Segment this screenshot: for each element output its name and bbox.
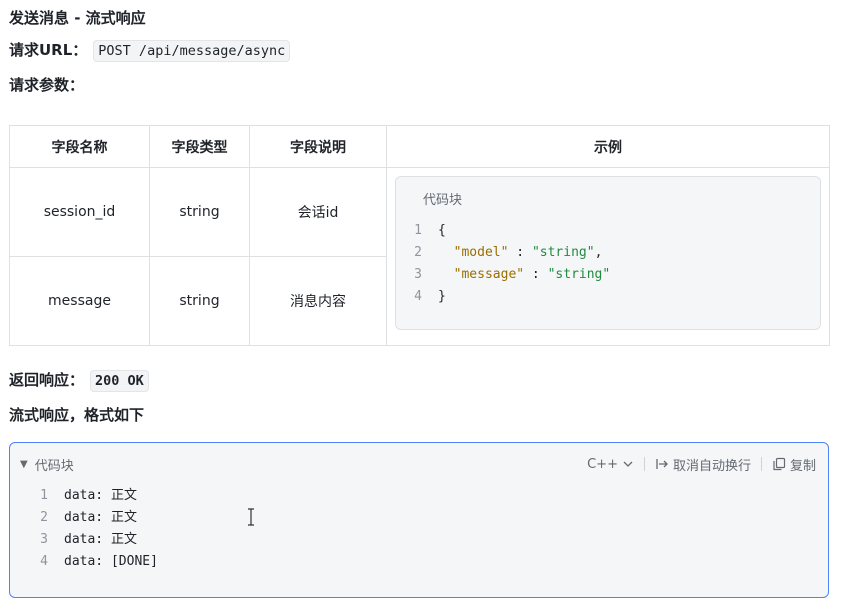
table-cell: message xyxy=(9,256,150,346)
code-line: 3 data: 正文 xyxy=(22,529,828,551)
request-url-label: 请求URL： xyxy=(9,41,88,59)
text-cursor-icon xyxy=(248,508,254,526)
wrap-label: 取消自动换行 xyxy=(672,458,751,474)
json-value: "string" xyxy=(531,245,595,260)
table-header: 示例 xyxy=(386,125,830,168)
example-cell: 代码块 1 { 2 "model" : "string", 3 "message… xyxy=(386,167,830,346)
code-block-title: 代码块 xyxy=(34,458,74,474)
json-separator: : xyxy=(524,267,548,282)
line-number: 3 xyxy=(40,532,48,547)
collapse-triangle-icon[interactable]: ▼ xyxy=(20,459,28,470)
json-key: "model" xyxy=(453,245,509,260)
line-number: 1 xyxy=(414,223,422,238)
example-code-block[interactable]: 代码块 1 { 2 "model" : "string", 3 "message… xyxy=(395,176,821,330)
code-line: 4 data: [DONE] xyxy=(22,551,828,573)
json-comma: , xyxy=(594,245,603,260)
json-value: "string" xyxy=(547,267,611,282)
code-text: "model" : "string", xyxy=(438,242,603,264)
copy-icon xyxy=(773,457,786,471)
json-key: "message" xyxy=(453,267,525,282)
response-label: 返回响应： xyxy=(9,371,85,389)
table-header: 字段名称 xyxy=(9,125,150,168)
code-text: } xyxy=(438,289,446,304)
code-lines: 1 { 2 "model" : "string", 3 "message" : … xyxy=(396,220,820,308)
params-table: 字段名称 字段类型 字段说明 示例 session_id string 会话id… xyxy=(9,125,830,346)
json-separator: : xyxy=(508,245,532,260)
table-header-row: 字段名称 字段类型 字段说明 示例 xyxy=(9,125,830,168)
stream-label: 流式响应，格式如下 xyxy=(9,406,145,424)
code-text: { xyxy=(438,223,446,238)
toggle-wrap-button[interactable]: 取消自动换行 xyxy=(655,455,751,474)
response-line: 返回响应： 200 OK xyxy=(9,369,149,392)
request-params-label: 请求参数： xyxy=(9,76,85,94)
copy-button[interactable]: 复制 xyxy=(772,455,816,474)
code-line: 1 { xyxy=(396,220,820,242)
table-cell: 会话id xyxy=(249,167,387,257)
request-url-value: POST /api/message/async xyxy=(93,40,291,62)
code-line: 3 "message" : "string" xyxy=(396,264,820,286)
table-cell: session_id xyxy=(9,167,150,257)
line-number: 2 xyxy=(414,245,422,260)
line-number: 4 xyxy=(40,554,48,569)
chevron-down-icon xyxy=(623,461,633,467)
wrap-toggle-icon xyxy=(656,459,668,469)
table-cell: string xyxy=(149,167,250,257)
line-number: 3 xyxy=(414,267,422,282)
language-label: C++ xyxy=(587,456,618,472)
code-text: data: 正文 xyxy=(64,510,137,525)
table-header: 字段类型 xyxy=(149,125,250,168)
table-cell: string xyxy=(149,256,250,346)
code-line: 2 data: 正文 xyxy=(22,507,828,529)
page-title: 发送消息 - 流式响应 xyxy=(9,9,146,27)
code-lines: 1 data: 正文 2 data: 正文 3 data: 正文 4 data:… xyxy=(10,485,828,573)
code-block-title: 代码块 xyxy=(423,193,463,208)
line-number: 4 xyxy=(414,289,422,304)
request-url-line: 请求URL： POST /api/message/async xyxy=(9,39,291,62)
table-cell: 消息内容 xyxy=(249,256,387,346)
toolbar-divider xyxy=(643,457,645,471)
table-row: session_id string 会话id 代码块 1 { 2 "model"… xyxy=(9,167,830,346)
code-block-header: ▼ 代码块 C++ 取消自动换行 复制 xyxy=(10,443,828,485)
table-header: 字段说明 xyxy=(249,125,387,168)
line-number: 1 xyxy=(40,488,48,503)
toolbar-divider xyxy=(760,457,762,471)
code-text: data: 正文 xyxy=(64,488,137,503)
line-number: 2 xyxy=(40,510,48,525)
code-text: data: 正文 xyxy=(64,532,137,547)
code-line: 1 data: 正文 xyxy=(22,485,828,507)
code-text: data: [DONE] xyxy=(64,554,158,569)
stream-code-block[interactable]: ▼ 代码块 C++ 取消自动换行 复制 1 data: 正文 2 data: 正… xyxy=(9,442,829,598)
language-select[interactable]: C++ xyxy=(587,457,634,472)
response-value: 200 OK xyxy=(90,370,149,392)
code-line: 2 "model" : "string", xyxy=(396,242,820,264)
code-text: "message" : "string" xyxy=(438,264,611,286)
code-line: 4 } xyxy=(396,286,820,308)
copy-label: 复制 xyxy=(789,458,816,474)
